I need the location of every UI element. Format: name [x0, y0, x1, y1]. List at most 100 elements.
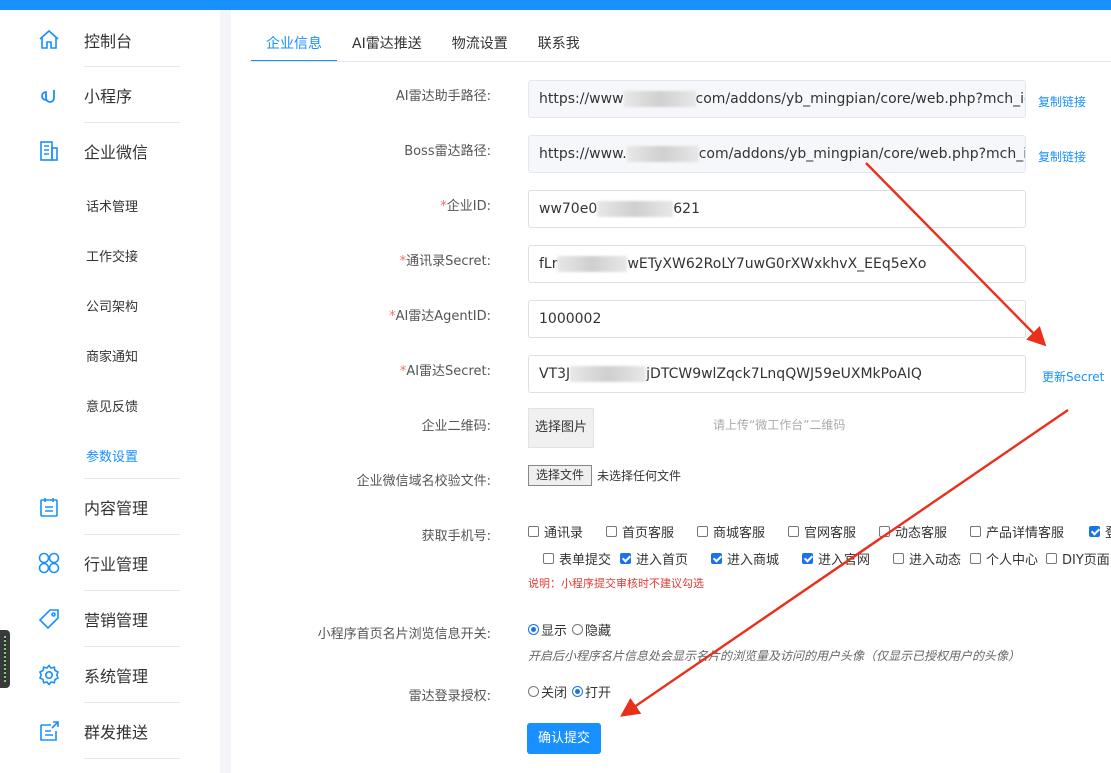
tab-ai-radar-push[interactable]: AI雷达推送 — [337, 32, 437, 62]
main-panel: 企业信息 AI雷达推送 物流设置 联系我 AI雷达助手路径: https://w… — [231, 10, 1111, 773]
domain-file-label: 企业微信域名校验文件: — [356, 474, 491, 489]
phone-opt-site-service[interactable]: 官网客服 — [788, 522, 856, 541]
card-browse-show-radio[interactable]: 显示 — [528, 620, 567, 639]
phone-opt-form-submit[interactable]: 表单提交 — [543, 549, 611, 568]
assistant-path-field[interactable]: https://www com/addons/yb_mingpian/core/w… — [528, 80, 1026, 118]
radar-auth-off-radio[interactable]: 关闭 — [528, 682, 567, 701]
sidebar-item-content[interactable]: 内容管理 — [36, 492, 148, 522]
copy-assistant-link[interactable]: 复制链接 — [1038, 93, 1086, 110]
checkbox[interactable] — [528, 526, 539, 537]
phone-opt-home-service[interactable]: 首页客服 — [606, 522, 674, 541]
ai-secret-field[interactable]: VT3J jDTCW9wlZqck7LnqQWJ59eUXMkPoAIQ — [528, 355, 1026, 393]
phone-opt-mall-service[interactable]: 商城客服 — [697, 522, 765, 541]
sidebar-item-label: 系统管理 — [84, 667, 149, 686]
sidebar-item-marketing[interactable]: 营销管理 — [36, 604, 148, 634]
contact-secret-label: *通讯录Secret: — [399, 254, 491, 269]
sidebar-sub-notice[interactable]: 商家通知 — [86, 346, 138, 365]
radio-dot[interactable] — [572, 686, 583, 697]
checkbox[interactable] — [620, 553, 631, 564]
ai-secret-suffix: jDTCW9wlZqck7LnqQWJ59eUXMkPoAIQ — [646, 366, 922, 382]
divider — [84, 702, 180, 703]
submit-button[interactable]: 确认提交 — [527, 723, 601, 754]
sidebar-item-system[interactable]: 系统管理 — [36, 660, 148, 690]
corp-id-prefix: ww70e0 — [539, 201, 598, 217]
checkbox[interactable] — [1046, 553, 1057, 564]
card-browse-hide-radio[interactable]: 隐藏 — [572, 620, 611, 639]
phone-opt-contacts[interactable]: 通讯录 — [528, 522, 583, 541]
boss-path-suffix: com/addons/yb_mingpian/core/web.php?mch_… — [698, 146, 1026, 162]
radio-dot[interactable] — [528, 624, 539, 635]
checkbox[interactable] — [879, 526, 890, 537]
phone-opt-enter-home[interactable]: 进入首页 — [620, 549, 688, 568]
update-secret-link[interactable]: 更新Secret — [1042, 368, 1104, 385]
sidebar-item-dashboard[interactable]: 控制台 — [36, 25, 132, 55]
assistant-path-suffix: com/addons/yb_mingpian/core/web.php?mch_… — [695, 91, 1026, 107]
phone-opt-profile[interactable]: 个人中心 — [970, 549, 1038, 568]
tag-icon — [36, 606, 62, 632]
checkbox[interactable] — [697, 526, 708, 537]
ai-secret-label: *AI雷达Secret: — [399, 364, 491, 379]
sidebar-item-industry[interactable]: 行业管理 — [36, 548, 148, 578]
sidebar-item-label: 营销管理 — [84, 611, 149, 630]
phone-opt-enter-dynamic[interactable]: 进入动态 — [893, 549, 961, 568]
tab-logistics[interactable]: 物流设置 — [437, 32, 523, 62]
checkbox[interactable] — [802, 553, 813, 564]
corp-id-suffix: 621 — [673, 201, 700, 217]
broadcast-icon — [36, 718, 62, 744]
checkbox[interactable] — [970, 526, 981, 537]
copy-boss-link[interactable]: 复制链接 — [1038, 148, 1086, 165]
sidebar-item-wecom[interactable]: 企业微信 — [36, 136, 148, 166]
sidebar-item-label: 群发推送 — [84, 723, 149, 742]
choose-file-button[interactable]: 选择文件 — [528, 465, 592, 486]
phone-opt-dynamic-service[interactable]: 动态客服 — [879, 522, 947, 541]
tab-company-info[interactable]: 企业信息 — [251, 32, 337, 62]
boss-path-label: Boss雷达路径: — [404, 144, 491, 159]
divider — [84, 646, 180, 647]
building-icon — [36, 138, 62, 164]
phone-opt-enter-mall[interactable]: 进入商城 — [711, 549, 779, 568]
sidebar-sub-settings[interactable]: 参数设置 — [86, 446, 138, 465]
checkbox[interactable] — [970, 553, 981, 564]
sidebar-item-miniprogram[interactable]: 小程序 — [36, 80, 132, 110]
top-bar — [0, 0, 1111, 10]
radio-dot[interactable] — [528, 686, 539, 697]
boss-path-prefix: https://www. — [539, 146, 627, 162]
checkbox[interactable] — [711, 553, 722, 564]
sidebar-sub-org[interactable]: 公司架构 — [86, 296, 138, 315]
ai-secret-prefix: VT3J — [539, 366, 571, 382]
contact-secret-field[interactable]: fLr wETyXW62RoLY7uwG0rXWxkhvX_EEq5eXo — [528, 245, 1026, 283]
assistant-path-prefix: https://www — [539, 91, 624, 107]
card-browse-label: 小程序首页名片浏览信息开关: — [317, 627, 491, 642]
sidebar-sub-scripts[interactable]: 话术管理 — [86, 196, 138, 215]
checkbox[interactable] — [788, 526, 799, 537]
phone-opt-login[interactable]: 登 — [1089, 522, 1111, 541]
divider — [84, 590, 180, 591]
radar-auth-on-radio[interactable]: 打开 — [572, 682, 611, 701]
phone-opt-enter-site[interactable]: 进入官网 — [802, 549, 870, 568]
side-scroll-handle[interactable] — [0, 630, 10, 688]
checkbox[interactable] — [893, 553, 904, 564]
sidebar-sub-feedback[interactable]: 意见反馈 — [86, 396, 138, 415]
corp-id-field[interactable]: ww70e0 621 — [528, 190, 1026, 228]
phone-opt-product-service[interactable]: 产品详情客服 — [970, 522, 1064, 541]
tab-contact[interactable]: 联系我 — [523, 32, 595, 62]
sidebar-sub-handover[interactable]: 工作交接 — [86, 246, 138, 265]
contact-secret-prefix: fLr — [539, 256, 558, 272]
clover-icon — [36, 550, 62, 576]
select-image-button[interactable]: 选择图片 — [528, 408, 594, 448]
phone-opt-diy-page[interactable]: DIY页面 — [1046, 549, 1110, 568]
radio-dot[interactable] — [572, 624, 583, 635]
checkbox[interactable] — [543, 553, 554, 564]
boss-path-field[interactable]: https://www. com/addons/yb_mingpian/core/… — [528, 135, 1026, 173]
sidebar-item-broadcast[interactable]: 群发推送 — [36, 716, 148, 746]
card-browse-note: 开启后小程序名片信息处会显示名片的浏览量及访问的用户头像（仅显示已授权用户的头像… — [528, 649, 1021, 663]
tab-underline — [249, 61, 1111, 62]
link-icon — [36, 82, 62, 108]
checkbox[interactable] — [1089, 526, 1100, 537]
divider — [84, 478, 180, 479]
calendar-icon — [36, 494, 62, 520]
divider — [84, 534, 180, 535]
agent-id-field[interactable]: 1000002 — [528, 300, 1026, 338]
checkbox[interactable] — [606, 526, 617, 537]
phone-note: 说明：小程序提交审核时不建议勾选 — [528, 577, 704, 590]
